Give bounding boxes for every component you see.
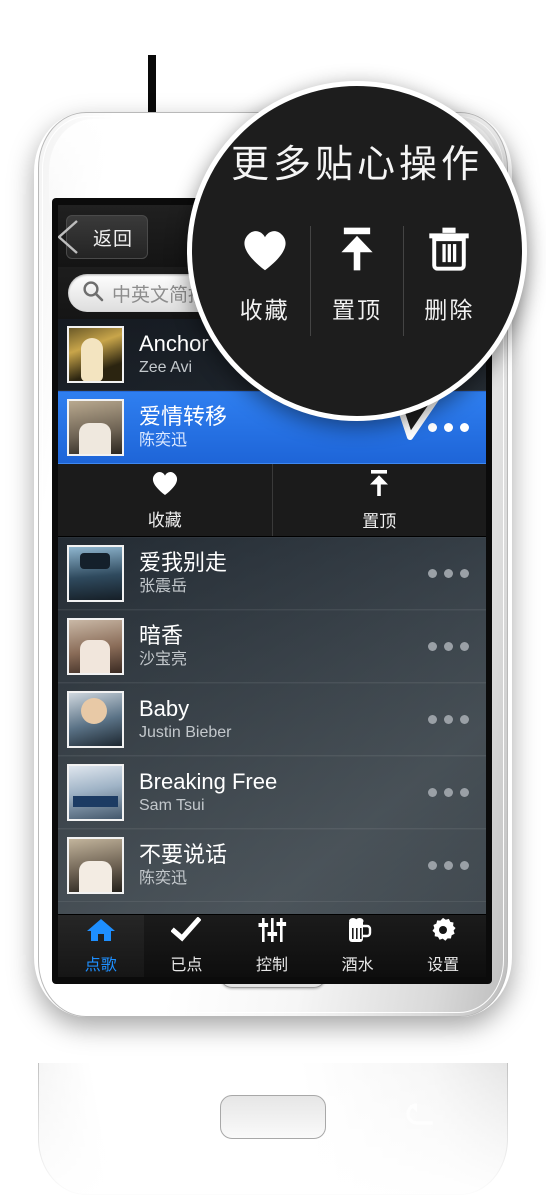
heart-icon (239, 226, 291, 277)
pin-to-top-button[interactable]: 置顶 (271, 464, 487, 536)
more-dots-icon[interactable] (428, 861, 469, 870)
pin-to-top-icon (332, 226, 382, 277)
chevron-left-icon (58, 220, 81, 254)
song-meta: Baby Justin Bieber (139, 696, 428, 743)
song-title: 爱我别走 (139, 550, 228, 575)
tab-label: 点歌 (84, 957, 117, 974)
album-art (67, 691, 124, 748)
song-artist: Justin Bieber (139, 724, 232, 741)
callout-action-label: 收藏 (239, 297, 290, 323)
reflection-back-icon (404, 1103, 434, 1132)
favorite-label: 收藏 (147, 511, 182, 530)
more-dots-icon[interactable] (428, 715, 469, 724)
album-art (67, 326, 124, 383)
phone-reflection (38, 1063, 508, 1195)
gear-icon (428, 917, 458, 948)
reflection-home-button (220, 1095, 326, 1139)
callout-bubble: 更多贴心操作 收藏 置顶 删除 (187, 81, 527, 440)
phone-mockup: 返回 中英文简拼搜索 Anchor Zee Avi 爱情转移 陈奕迅 收藏 置顶… (0, 0, 546, 1195)
table-row[interactable]: 暗香 沙宝亮 (58, 610, 486, 683)
tab-label: 控制 (255, 957, 288, 974)
tab-ordered[interactable]: 已点 (144, 915, 230, 977)
more-dots-icon[interactable] (428, 788, 469, 797)
song-meta: 不要说话 陈奕迅 (139, 842, 428, 889)
tab-control[interactable]: 控制 (229, 915, 315, 977)
tab-label: 已点 (170, 957, 203, 974)
search-icon (82, 280, 104, 307)
song-title: Baby (139, 696, 190, 721)
antenna-tick (148, 55, 156, 115)
album-art (67, 837, 124, 894)
pin-to-top-label: 置顶 (362, 511, 397, 531)
song-title: Breaking Free (139, 769, 278, 794)
album-art (67, 618, 124, 675)
heart-icon (150, 469, 180, 501)
more-dots-icon[interactable] (428, 569, 469, 578)
callout-favorite-button[interactable]: 收藏 (219, 226, 310, 336)
table-row[interactable]: Baby Justin Bieber (58, 683, 486, 756)
beer-mug-icon (343, 917, 373, 948)
callout-action-label: 置顶 (331, 297, 382, 323)
row-action-bar: 收藏 置顶 (58, 464, 486, 537)
song-title: 暗香 (139, 623, 184, 648)
callout-delete-button[interactable]: 删除 (402, 226, 495, 336)
album-art (67, 764, 124, 821)
bottom-tab-bar: 点歌 已点 控制 酒水 设置 (58, 914, 486, 977)
song-title: 不要说话 (139, 842, 228, 867)
table-row[interactable]: Breaking Free Sam Tsui (58, 756, 486, 829)
tab-drinks[interactable]: 酒水 (315, 915, 401, 977)
song-artist: Sam Tsui (139, 797, 205, 814)
trash-icon (426, 226, 472, 277)
song-artist: 陈奕迅 (139, 870, 188, 887)
album-art (67, 545, 124, 602)
song-meta: 暗香 沙宝亮 (139, 623, 428, 670)
song-meta: 爱我别走 张震岳 (139, 550, 428, 597)
pin-to-top-icon (364, 469, 394, 502)
album-art (67, 399, 124, 456)
back-button-label: 返回 (93, 228, 134, 250)
tab-order-songs[interactable]: 点歌 (58, 915, 144, 977)
sliders-icon (257, 917, 287, 948)
back-button[interactable]: 返回 (58, 215, 149, 259)
callout-title: 更多贴心操作 (230, 144, 483, 186)
callout-pin-to-top-button[interactable]: 置顶 (310, 226, 402, 336)
more-dots-icon[interactable] (428, 642, 469, 651)
home-icon (86, 917, 116, 948)
song-meta: Breaking Free Sam Tsui (139, 769, 428, 816)
song-artist: 沙宝亮 (139, 651, 188, 668)
table-row[interactable]: 爱我别走 张震岳 (58, 537, 486, 610)
tab-settings[interactable]: 设置 (400, 915, 486, 977)
tab-label: 酒水 (341, 957, 374, 974)
tab-label: 设置 (427, 957, 460, 974)
table-row[interactable]: 不要说话 陈奕迅 (58, 829, 486, 902)
callout-actions: 收藏 置顶 删除 (219, 226, 495, 336)
favorite-button[interactable]: 收藏 (58, 464, 272, 536)
callout-action-label: 删除 (424, 297, 475, 323)
song-artist: 张震岳 (139, 578, 188, 595)
reflection-menu-icon (111, 1102, 143, 1130)
check-icon (170, 916, 202, 948)
